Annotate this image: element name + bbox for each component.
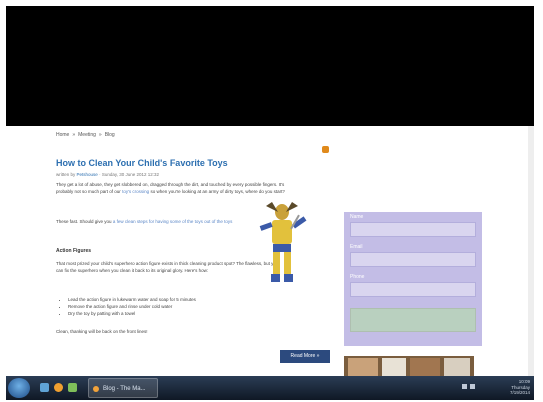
name-field[interactable] [350,222,476,237]
action-figure-image [259,202,307,282]
network-icon[interactable] [462,384,467,389]
blog-page: Home» Meeting» Blog How to Clean Your Chil… [40,126,530,376]
post-paragraph-4: Clean, thanking will be back on the fron… [56,329,148,334]
browser-icon[interactable] [54,383,63,392]
video-overlay-blackout [6,6,534,126]
phone-field[interactable] [350,282,476,297]
inline-link-2[interactable]: a few clean steps for having some of the… [113,219,233,224]
list-item: Remove the action figure and rinse under… [68,303,278,310]
post-date: Sunday, 30 June 2012 12:32 [101,172,160,177]
media-player-icon[interactable] [68,383,77,392]
inline-link-1[interactable]: toy's crossing [122,189,149,194]
breadcrumb-home[interactable]: Home [56,132,69,138]
system-tray: 10:09 Thursday 7/19/2014 [460,379,530,397]
email-label: Email [350,244,363,250]
contact-form: Name Email Phone [344,212,482,346]
list-item: Dry the toy by patting with a towel [68,310,278,317]
author-link[interactable]: Petshouse [77,172,98,177]
breadcrumb: Home» Meeting» Blog [56,132,115,138]
email-field[interactable] [350,252,476,267]
post-meta: written by Petshouse · Sunday, 30 June 2… [56,172,160,177]
thumbnail-strip [344,356,474,376]
breadcrumb-meeting[interactable]: Meeting [78,132,96,138]
show-desktop-icon[interactable] [40,383,49,392]
post-title[interactable]: How to Clean Your Child's Favorite Toys [56,158,228,168]
section-heading: Action Figures [56,248,92,254]
taskbar-window-button[interactable]: Blog - The Ma... [88,378,158,398]
list-item: Lead the action figure in lukewarm water… [68,296,278,303]
clock[interactable]: 10:09 Thursday 7/19/2014 [510,379,530,396]
breadcrumb-blog[interactable]: Blog [105,132,115,138]
taskbar: Blog - The Ma... 10:09 Thursday 7/19/201… [6,376,534,400]
submit-button[interactable] [350,308,476,332]
rss-icon[interactable] [322,146,329,153]
name-label: Name [350,214,364,220]
phone-label: Phone [350,274,365,280]
browser-window-icon [93,386,99,392]
page-scrollbar[interactable] [528,126,534,376]
volume-icon[interactable] [470,384,475,389]
read-more-button[interactable]: Read More » [280,350,330,363]
post-paragraph-1: They get a lot of abuse, they get slobbe… [56,182,285,194]
start-button[interactable] [8,378,30,398]
steps-list: Lead the action figure in lukewarm water… [60,296,278,317]
